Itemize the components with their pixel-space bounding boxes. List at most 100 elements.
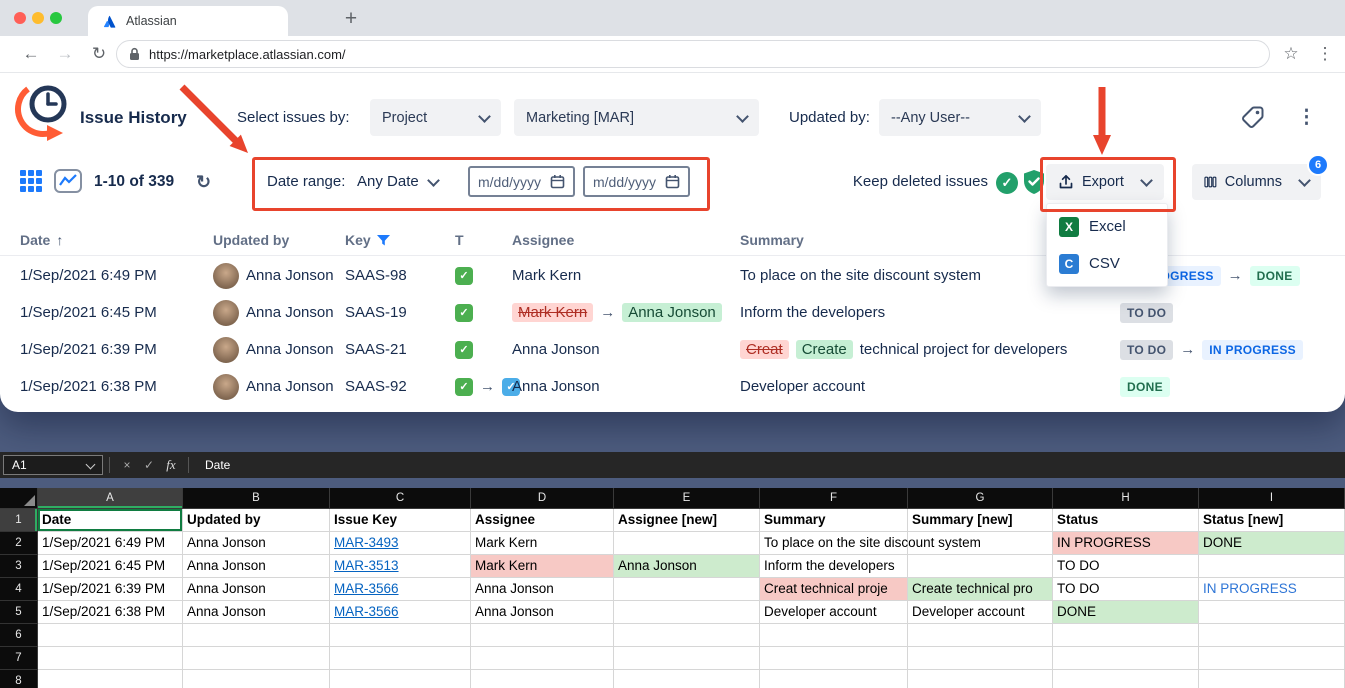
sheet-cell[interactable]: Inform the developers	[760, 555, 908, 578]
sheet-cell[interactable]	[1053, 670, 1199, 688]
sheet-cell[interactable]: To place on the site discount system	[760, 532, 908, 555]
sheet-cell[interactable]: TO DO	[1053, 555, 1199, 578]
sheet-cell[interactable]: 1/Sep/2021 6:39 PM	[38, 578, 183, 601]
sheet-row-header-5[interactable]: 5	[0, 601, 38, 624]
date-from-input[interactable]: m/dd/yyyy	[468, 166, 575, 197]
sheet-cell[interactable]: Anna Jonson	[183, 555, 330, 578]
sheet-cell[interactable]	[614, 578, 760, 601]
sheet-row-header-3[interactable]: 3	[0, 555, 38, 578]
sheet-cell[interactable]	[614, 670, 760, 688]
issue-row[interactable]: 1/Sep/2021 6:45 PMAnna JonsonSAAS-19✓Mar…	[0, 294, 1345, 331]
sheet-cell[interactable]: Updated by	[183, 509, 330, 532]
maximize-window-button[interactable]	[50, 12, 62, 24]
name-box[interactable]: A1	[3, 455, 103, 475]
sheet-cell[interactable]	[330, 624, 471, 647]
sheet-cell[interactable]: Anna Jonson	[614, 555, 760, 578]
sheet-cell[interactable]: Create technical pro	[908, 578, 1053, 601]
sheet-cell[interactable]: Anna Jonson	[471, 578, 614, 601]
sheet-cell[interactable]: 1/Sep/2021 6:45 PM	[38, 555, 183, 578]
sheet-cell[interactable]	[1199, 555, 1345, 578]
sheet-cell[interactable]	[1199, 601, 1345, 624]
sheet-column-header-D[interactable]: D	[471, 488, 614, 509]
sheet-cell[interactable]: Developer account	[908, 601, 1053, 624]
sheet-cell[interactable]: IN PROGRESS	[1199, 578, 1345, 601]
sheet-column-header-E[interactable]: E	[614, 488, 760, 509]
updated-by-dropdown[interactable]: --Any User--	[879, 99, 1041, 136]
sheet-cell[interactable]	[908, 647, 1053, 670]
sheet-column-header-I[interactable]: I	[1199, 488, 1345, 509]
sheet-row-header-7[interactable]: 7	[0, 647, 38, 670]
project-dropdown[interactable]: Marketing [MAR]	[514, 99, 759, 136]
forward-button[interactable]: →	[50, 36, 80, 72]
formula-bar[interactable]: Date	[195, 458, 230, 472]
sheet-column-header-H[interactable]: H	[1053, 488, 1199, 509]
sheet-cell[interactable]: Date	[38, 509, 183, 532]
sheet-cell[interactable]	[614, 532, 760, 555]
sheet-row-header-8[interactable]: 8	[0, 670, 38, 688]
fx-icon[interactable]: fx	[160, 457, 182, 473]
issue-key-link[interactable]: MAR-3493	[330, 532, 471, 555]
sheet-cell[interactable]	[183, 624, 330, 647]
sheet-cell[interactable]: Anna Jonson	[471, 601, 614, 624]
date-range-dropdown[interactable]: Any Date	[357, 163, 438, 200]
sheet-cell[interactable]	[908, 555, 1053, 578]
close-window-button[interactable]	[14, 12, 26, 24]
column-header-assignee[interactable]: Assignee	[512, 232, 740, 248]
sheet-cell[interactable]	[614, 647, 760, 670]
sheet-cell[interactable]	[1199, 647, 1345, 670]
sheet-cell[interactable]: 1/Sep/2021 6:38 PM	[38, 601, 183, 624]
sheet-cell[interactable]	[760, 624, 908, 647]
sheet-cell[interactable]: Summary	[760, 509, 908, 532]
browser-tab[interactable]: Atlassian	[88, 6, 288, 36]
sheet-cell[interactable]	[330, 670, 471, 688]
keep-deleted-toggle[interactable]: ✓	[996, 172, 1018, 194]
sheet-cell[interactable]	[471, 670, 614, 688]
issue-key-link[interactable]: MAR-3513	[330, 555, 471, 578]
column-header-key[interactable]: Key	[345, 232, 455, 248]
sheet-cell[interactable]	[1053, 624, 1199, 647]
enter-icon[interactable]: ✓	[138, 458, 160, 472]
sheet-cell[interactable]: Issue Key	[330, 509, 471, 532]
sheet-cell[interactable]	[760, 647, 908, 670]
sheet-column-header-A[interactable]: A	[38, 488, 183, 509]
sheet-cell[interactable]	[1053, 647, 1199, 670]
sheet-cell[interactable]: DONE	[1053, 601, 1199, 624]
sheet-cell[interactable]: IN PROGRESS	[1053, 532, 1199, 555]
sheet-column-header-F[interactable]: F	[760, 488, 908, 509]
column-header-date[interactable]: Date↑	[20, 232, 213, 248]
minimize-window-button[interactable]	[32, 12, 44, 24]
sheet-cell[interactable]: Assignee [new]	[614, 509, 760, 532]
sheet-cell[interactable]	[471, 624, 614, 647]
sheet-cell[interactable]	[908, 624, 1053, 647]
column-header-type[interactable]: T	[455, 232, 512, 248]
sheet-cell[interactable]	[471, 647, 614, 670]
columns-button[interactable]: Columns	[1192, 164, 1321, 200]
sheet-cell[interactable]: DONE	[1199, 532, 1345, 555]
export-button[interactable]: Export	[1046, 164, 1164, 200]
issue-key-link[interactable]: MAR-3566	[330, 601, 471, 624]
grid-view-button[interactable]	[20, 170, 42, 192]
sheet-cell[interactable]: Summary [new]	[908, 509, 1053, 532]
sheet-cell[interactable]	[614, 624, 760, 647]
sheet-cell[interactable]	[38, 670, 183, 688]
sheet-cell[interactable]	[183, 647, 330, 670]
sheet-column-header-G[interactable]: G	[908, 488, 1053, 509]
browser-menu-icon[interactable]: ⋮	[1310, 36, 1340, 72]
sheet-cell[interactable]: 1/Sep/2021 6:49 PM	[38, 532, 183, 555]
issue-row[interactable]: 1/Sep/2021 6:38 PMAnna JonsonSAAS-92✓→✓A…	[0, 368, 1345, 405]
sheet-row-header-6[interactable]: 6	[0, 624, 38, 647]
sheet-row-header-4[interactable]: 4	[0, 578, 38, 601]
back-button[interactable]: ←	[16, 36, 46, 72]
sheet-cell[interactable]	[183, 670, 330, 688]
export-csv-option[interactable]: C CSV	[1047, 245, 1167, 282]
bookmark-star-icon[interactable]: ☆	[1276, 36, 1306, 72]
column-header-updated-by[interactable]: Updated by	[213, 232, 345, 248]
sheet-row-header-2[interactable]: 2	[0, 532, 38, 555]
select-by-dropdown[interactable]: Project	[370, 99, 501, 136]
sheet-cell[interactable]	[38, 624, 183, 647]
sheet-cell[interactable]	[1199, 670, 1345, 688]
sheet-cell[interactable]	[38, 647, 183, 670]
date-to-input[interactable]: m/dd/yyyy	[583, 166, 690, 197]
sheet-cell[interactable]: Anna Jonson	[183, 532, 330, 555]
sheet-cell[interactable]	[908, 670, 1053, 688]
